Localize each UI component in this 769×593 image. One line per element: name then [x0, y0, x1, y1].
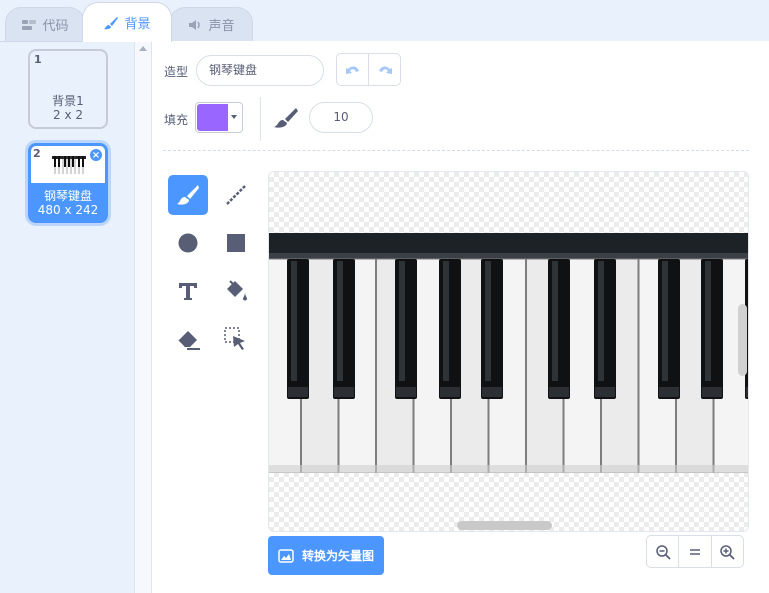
paint-editor-app: 代码 背景 声音 1 背景1 2 x 2 2 × 钢琴键盘 480 x 242 … [0, 0, 769, 593]
costume-name: 背景1 [52, 94, 84, 108]
zoom-out-button[interactable] [647, 536, 680, 567]
text-tool[interactable] [168, 271, 208, 311]
zoom-in-button[interactable] [712, 536, 743, 567]
black-key-cap [396, 387, 416, 397]
code-icon [22, 19, 37, 30]
canvas-horizontal-scrollbar[interactable] [457, 521, 552, 530]
black-key-cap [288, 387, 308, 397]
costume-item-1[interactable]: 1 背景1 2 x 2 [28, 49, 108, 129]
brush-icon [104, 16, 119, 29]
circle-tool[interactable] [168, 223, 208, 263]
costume-name-input[interactable]: 钢琴键盘 [196, 55, 324, 86]
black-key-highlight [485, 261, 491, 381]
costume-number: 2 [33, 147, 41, 160]
toolbar-divider [163, 150, 749, 151]
image-icon [278, 548, 294, 563]
black-key-highlight [443, 261, 449, 381]
tab-bar: 代码 背景 声音 [0, 0, 769, 42]
circle-icon [178, 233, 198, 253]
black-key [287, 259, 309, 399]
tab-sounds[interactable]: 声音 [169, 7, 253, 41]
rectangle-tool[interactable] [216, 223, 256, 263]
undo-icon [345, 66, 359, 74]
brush-tool[interactable] [168, 175, 208, 215]
costume-item-2[interactable]: 2 × 钢琴键盘 480 x 242 [28, 143, 108, 223]
brush-icon [177, 185, 199, 205]
zoom-controls [646, 535, 744, 568]
black-key-highlight [399, 261, 405, 381]
black-key-highlight [552, 261, 558, 381]
costume-size: 2 x 2 [53, 108, 83, 122]
tab-code-label: 代码 [42, 19, 69, 34]
paint-editor: 造型 钢琴键盘 填充 10 转换为矢量图 [152, 41, 769, 593]
tab-backdrops[interactable]: 背景 [82, 2, 172, 42]
black-key [395, 259, 417, 399]
black-key-highlight [662, 261, 668, 381]
eraser-tool[interactable] [168, 319, 208, 359]
black-key-cap [659, 387, 679, 397]
black-key-highlight [598, 261, 604, 381]
redo-icon [378, 66, 392, 74]
costume-list-scrollbar[interactable] [134, 41, 152, 593]
piano-keyboard-image [269, 233, 748, 473]
tab-sounds-label: 声音 [208, 19, 235, 34]
fill-color-picker[interactable] [195, 102, 243, 133]
fill-label: 填充 [164, 113, 189, 127]
black-key [548, 259, 570, 399]
redo-button[interactable] [369, 54, 400, 85]
black-key [439, 259, 461, 399]
black-key-cap [746, 387, 748, 397]
fill-color-swatch [197, 104, 228, 131]
undo-button[interactable] [337, 54, 369, 85]
brush-size-input[interactable]: 10 [309, 102, 373, 133]
tab-backdrops-label: 背景 [124, 17, 151, 32]
fill-tool[interactable] [216, 271, 256, 311]
black-key [481, 259, 503, 399]
black-key-highlight [705, 261, 711, 381]
canvas-vertical-scrollbar[interactable] [738, 304, 747, 376]
line-tool[interactable] [216, 175, 256, 215]
zoom-reset-button[interactable] [679, 536, 712, 567]
costume-number: 1 [34, 53, 42, 66]
select-icon [224, 327, 245, 350]
paint-canvas[interactable] [268, 171, 749, 532]
select-tool[interactable] [216, 319, 256, 359]
text-icon [179, 283, 197, 300]
scroll-up-icon[interactable] [139, 46, 147, 51]
costume-label: 造型 [164, 65, 189, 79]
chevron-down-icon [231, 115, 237, 119]
rectangle-icon [227, 234, 245, 252]
black-key [658, 259, 680, 399]
brush-size-icon [274, 108, 298, 128]
fill-bucket-icon [227, 280, 247, 301]
eraser-icon [177, 331, 200, 350]
black-key [701, 259, 723, 399]
line-icon [226, 185, 246, 205]
black-key-cap [595, 387, 615, 397]
speaker-icon [189, 19, 201, 30]
black-key-cap [702, 387, 722, 397]
black-key-highlight [291, 261, 297, 381]
black-key [594, 259, 616, 399]
black-key [333, 259, 355, 399]
black-key-cap [334, 387, 354, 397]
costume-size: 480 x 242 [37, 203, 99, 217]
black-key-cap [482, 387, 502, 397]
tab-code[interactable]: 代码 [5, 7, 85, 41]
undo-redo-group [336, 53, 401, 86]
piano-thumbnail-icon [52, 156, 86, 174]
convert-label: 转换为矢量图 [302, 549, 375, 563]
zoom-in-icon [720, 544, 735, 560]
black-key-cap [440, 387, 460, 397]
costume-name: 钢琴键盘 [43, 189, 92, 203]
zoom-out-icon [655, 544, 671, 560]
convert-to-vector-button[interactable]: 转换为矢量图 [268, 536, 384, 575]
delete-costume-icon[interactable]: × [89, 148, 103, 162]
divider [260, 97, 261, 141]
black-key-highlight [337, 261, 343, 381]
equals-icon [689, 548, 700, 555]
black-key-cap [549, 387, 569, 397]
